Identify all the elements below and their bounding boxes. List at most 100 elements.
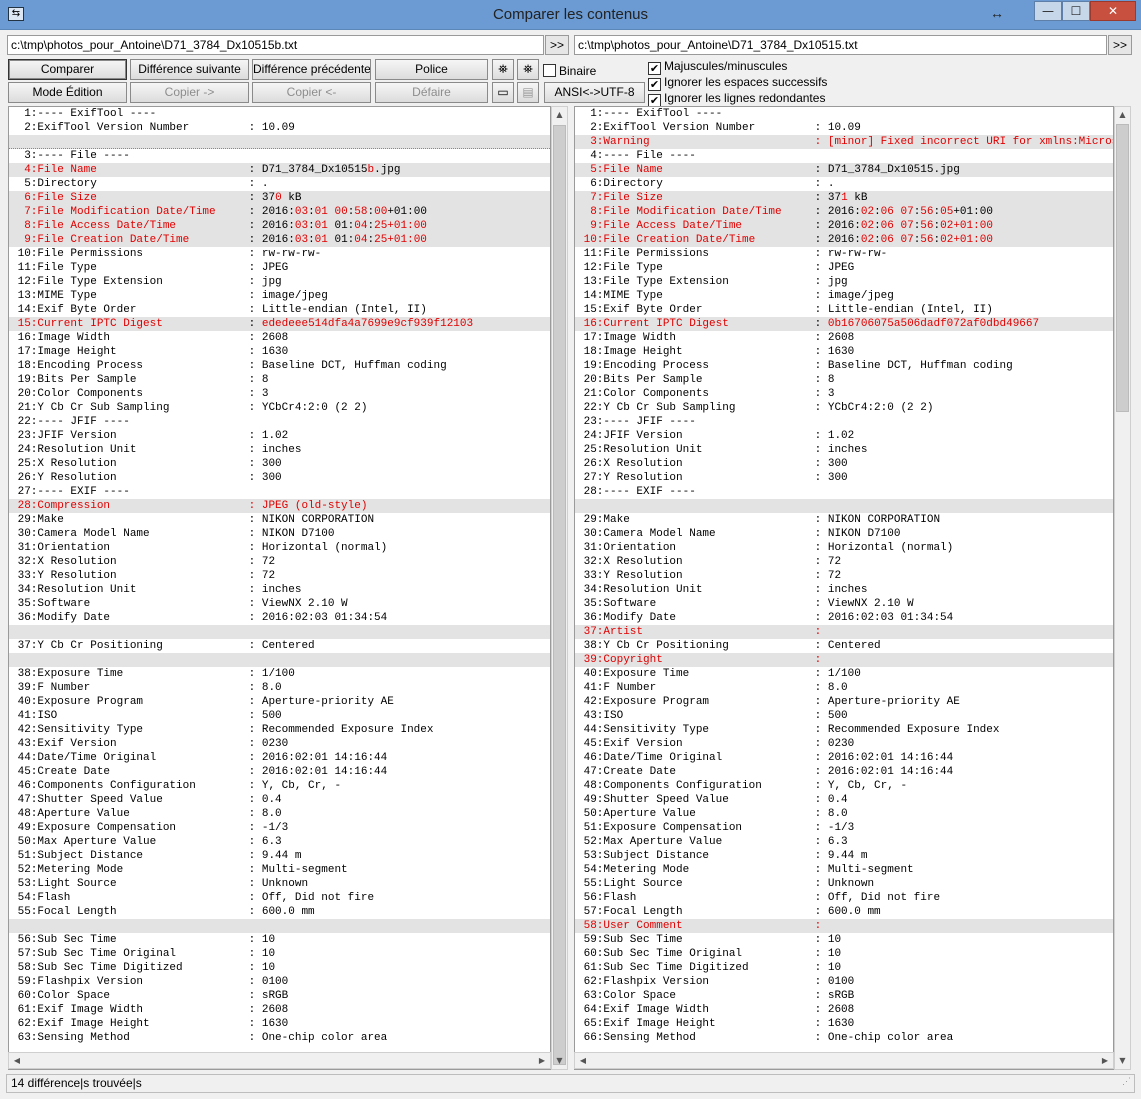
text-line[interactable]: 4:File Name : D71_3784_Dx10515b.jpg [9, 163, 550, 177]
text-line[interactable]: 9:File Creation Date/Time : 2016:03:01 0… [9, 233, 550, 247]
binary-checkbox[interactable]: Binaire [543, 64, 596, 79]
text-line[interactable]: 31:Orientation : Horizontal (normal) [9, 541, 550, 555]
text-line[interactable]: 27:---- EXIF ---- [9, 485, 550, 499]
text-line[interactable]: 41:F Number : 8.0 [575, 681, 1113, 695]
text-line[interactable]: 58:Sub Sec Time Digitized : 10 [9, 961, 550, 975]
text-line[interactable]: 31:Orientation : Horizontal (normal) [575, 541, 1113, 555]
save-icon[interactable]: ▤ [517, 82, 539, 103]
text-line[interactable]: 35:Software : ViewNX 2.10 W [9, 597, 550, 611]
text-line[interactable]: 3:---- File ---- [9, 149, 550, 163]
text-line[interactable]: 56:Flash : Off, Did not fire [575, 891, 1113, 905]
text-line[interactable]: 10:File Permissions : rw-rw-rw- [9, 247, 550, 261]
minimize-button[interactable]: — [1034, 1, 1062, 21]
text-line[interactable]: 19:Bits Per Sample : 8 [9, 373, 550, 387]
text-line[interactable]: 13:MIME Type : image/jpeg [9, 289, 550, 303]
text-line[interactable]: 47:Shutter Speed Value : 0.4 [9, 793, 550, 807]
text-line[interactable]: 28:Compression : JPEG (old-style) [9, 499, 550, 513]
text-line[interactable]: 35:Software : ViewNX 2.10 W [575, 597, 1113, 611]
left-browse-button[interactable]: >> [545, 35, 569, 55]
text-line[interactable]: 57:Sub Sec Time Original : 10 [9, 947, 550, 961]
text-line[interactable]: 52:Metering Mode : Multi-segment [9, 863, 550, 877]
text-line[interactable]: 60:Sub Sec Time Original : 10 [575, 947, 1113, 961]
text-line[interactable]: 33:Y Resolution : 72 [9, 569, 550, 583]
text-line[interactable]: 55:Light Source : Unknown [575, 877, 1113, 891]
text-line[interactable]: 5:Directory : . [9, 177, 550, 191]
text-line[interactable]: 24:Resolution Unit : inches [9, 443, 550, 457]
text-line[interactable]: 23:JFIF Version : 1.02 [9, 429, 550, 443]
text-line[interactable]: 46:Date/Time Original : 2016:02:01 14:16… [575, 751, 1113, 765]
previous-difference-button[interactable]: Différence précédente [252, 59, 371, 80]
text-line[interactable]: 18:Encoding Process : Baseline DCT, Huff… [9, 359, 550, 373]
left-vertical-scrollbar[interactable]: ▲ ▼ [551, 106, 568, 1070]
text-line[interactable]: 57:Focal Length : 600.0 mm [575, 905, 1113, 919]
text-line[interactable] [9, 135, 550, 149]
text-line[interactable]: 11:File Permissions : rw-rw-rw- [575, 247, 1113, 261]
text-line[interactable]: 37:Y Cb Cr Positioning : Centered [9, 639, 550, 653]
text-line[interactable]: 22:---- JFIF ---- [9, 415, 550, 429]
text-line[interactable]: 3:Warning : [minor] Fixed incorrect URI … [575, 135, 1113, 149]
text-line[interactable]: 49:Shutter Speed Value : 0.4 [575, 793, 1113, 807]
text-line[interactable]: 7:File Modification Date/Time : 2016:03:… [9, 205, 550, 219]
text-line[interactable] [9, 653, 550, 667]
font-button[interactable]: Police [375, 59, 488, 80]
scroll-left-icon[interactable]: ◀ [575, 1053, 591, 1068]
text-line[interactable]: 30:Camera Model Name : NIKON D7100 [575, 527, 1113, 541]
text-line[interactable]: 22:Y Cb Cr Sub Sampling : YCbCr4:2:0 (2 … [575, 401, 1113, 415]
scroll-right-icon[interactable]: ▶ [534, 1053, 550, 1068]
text-line[interactable]: 21:Color Components : 3 [575, 387, 1113, 401]
scroll-up-icon[interactable]: ▲ [552, 107, 567, 123]
scroll-left-icon[interactable]: ◀ [9, 1053, 25, 1068]
text-line[interactable]: 12:File Type : JPEG [575, 261, 1113, 275]
text-line[interactable]: 25:Resolution Unit : inches [575, 443, 1113, 457]
text-line[interactable]: 36:Modify Date : 2016:02:03 01:34:54 [9, 611, 550, 625]
text-line[interactable]: 4:---- File ---- [575, 149, 1113, 163]
text-line[interactable]: 54:Metering Mode : Multi-segment [575, 863, 1113, 877]
text-line[interactable]: 12:File Type Extension : jpg [9, 275, 550, 289]
text-line[interactable]: 18:Image Height : 1630 [575, 345, 1113, 359]
spaces-checkbox[interactable]: ✔ Ignorer les espaces successifs [648, 75, 827, 91]
text-line[interactable]: 48:Aperture Value : 8.0 [9, 807, 550, 821]
text-line[interactable]: 13:File Type Extension : jpg [575, 275, 1113, 289]
text-line[interactable]: 44:Sensitivity Type : Recommended Exposu… [575, 723, 1113, 737]
text-line[interactable]: 19:Encoding Process : Baseline DCT, Huff… [575, 359, 1113, 373]
text-line[interactable]: 56:Sub Sec Time : 10 [9, 933, 550, 947]
text-line[interactable]: 29:Make : NIKON CORPORATION [9, 513, 550, 527]
text-line[interactable]: 6:Directory : . [575, 177, 1113, 191]
text-line[interactable]: 59:Sub Sec Time : 10 [575, 933, 1113, 947]
text-line[interactable]: 25:X Resolution : 300 [9, 457, 550, 471]
next-difference-button[interactable]: Différence suivante [130, 59, 249, 80]
binary-checkbox-box[interactable] [543, 64, 556, 77]
text-line[interactable]: 41:ISO : 500 [9, 709, 550, 723]
right-scroll-thumb[interactable] [1116, 124, 1129, 412]
text-line[interactable]: 10:File Creation Date/Time : 2016:02:06 … [575, 233, 1113, 247]
text-line[interactable]: 65:Exif Image Height : 1630 [575, 1017, 1113, 1031]
spaces-checkbox-box[interactable]: ✔ [648, 78, 661, 91]
text-line[interactable] [9, 625, 550, 639]
text-line[interactable]: 24:JFIF Version : 1.02 [575, 429, 1113, 443]
text-line[interactable]: 21:Y Cb Cr Sub Sampling : YCbCr4:2:0 (2 … [9, 401, 550, 415]
text-line[interactable]: 61:Sub Sec Time Digitized : 10 [575, 961, 1113, 975]
text-line[interactable]: 26:X Resolution : 300 [575, 457, 1113, 471]
text-line[interactable]: 45:Create Date : 2016:02:01 14:16:44 [9, 765, 550, 779]
text-line[interactable]: 40:Exposure Program : Aperture-priority … [9, 695, 550, 709]
scroll-down-icon[interactable]: ▼ [552, 1053, 567, 1069]
text-line[interactable]: 42:Sensitivity Type : Recommended Exposu… [9, 723, 550, 737]
text-line[interactable]: 6:File Size : 370 kB [9, 191, 550, 205]
text-line[interactable]: 59:Flashpix Version : 0100 [9, 975, 550, 989]
text-line[interactable]: 29:Make : NIKON CORPORATION [575, 513, 1113, 527]
text-line[interactable]: 8:File Access Date/Time : 2016:03:01 01:… [9, 219, 550, 233]
text-line[interactable]: 20:Color Components : 3 [9, 387, 550, 401]
text-line[interactable]: 50:Aperture Value : 8.0 [575, 807, 1113, 821]
text-line[interactable]: 39:F Number : 8.0 [9, 681, 550, 695]
size-grip-icon[interactable]: ⋰ [1122, 1073, 1131, 1090]
text-line[interactable]: 64:Exif Image Width : 2608 [575, 1003, 1113, 1017]
text-line[interactable]: 1:---- ExifTool ---- [575, 107, 1113, 121]
text-line[interactable]: 33:Y Resolution : 72 [575, 569, 1113, 583]
maximize-button[interactable]: ☐ [1062, 1, 1090, 21]
text-line[interactable]: 16:Current IPTC Digest : 0b16706075a506d… [575, 317, 1113, 331]
text-line[interactable]: 9:File Access Date/Time : 2016:02:06 07:… [575, 219, 1113, 233]
text-line[interactable]: 11:File Type : JPEG [9, 261, 550, 275]
right-text-pane[interactable]: 1:---- ExifTool ---- 2:ExifTool Version … [574, 106, 1114, 1070]
text-line[interactable]: 14:MIME Type : image/jpeg [575, 289, 1113, 303]
text-line[interactable]: 28:---- EXIF ---- [575, 485, 1113, 499]
